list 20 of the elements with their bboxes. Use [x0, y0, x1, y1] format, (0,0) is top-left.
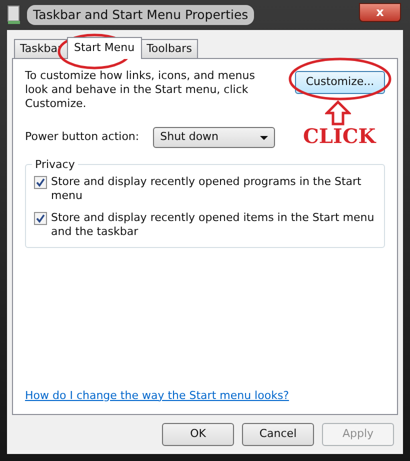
arrow-icon — [325, 100, 351, 126]
checkbox[interactable] — [34, 176, 47, 189]
help-link[interactable]: How do I change the way the Start menu looks? — [25, 388, 290, 402]
window-title: Taskbar and Start Menu Properties — [27, 4, 254, 26]
checkbox-label: Store and display recently opened items in the Start menu and the taskbar — [51, 211, 376, 239]
checkbox-label: Store and display recently opened programs in the Start menu — [51, 175, 362, 203]
dialog-button[interactable]: Cancel — [242, 423, 314, 446]
annotation-text: CLICK — [303, 124, 376, 148]
power-action-dropdown[interactable]: Shut down — [153, 127, 276, 148]
field-label: Power button action: — [25, 129, 140, 146]
customize-button[interactable]: Customize... — [295, 71, 385, 94]
tab[interactable]: Toolbars — [140, 39, 198, 58]
group-title: Privacy — [32, 157, 78, 174]
checkbox[interactable] — [34, 212, 47, 225]
close-button[interactable]: x — [359, 2, 401, 22]
dialog-button[interactable]: OK — [162, 423, 234, 446]
window-icon — [7, 5, 21, 25]
tab[interactable]: Start Menu — [67, 37, 142, 59]
caret-icon — [260, 136, 268, 140]
description-text: To customize how links, icons, and menus look and behave in the Start menu, click Customize. — [25, 69, 256, 111]
